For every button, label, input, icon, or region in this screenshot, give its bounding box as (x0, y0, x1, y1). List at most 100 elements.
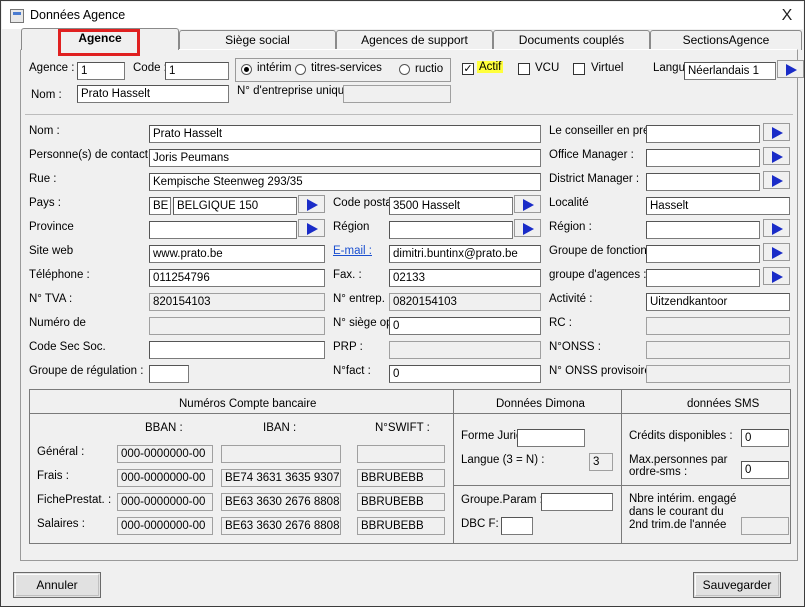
rc-input[interactable] (646, 317, 790, 335)
nom-input[interactable]: Prato Hasselt (149, 125, 541, 143)
close-button[interactable]: X (772, 5, 802, 27)
langue-arrow-button[interactable] (777, 60, 804, 78)
divider-bank-dimona (453, 390, 454, 543)
swift-header: N°SWIFT : (375, 422, 430, 434)
office-input[interactable] (646, 149, 760, 167)
onss-input[interactable] (646, 341, 790, 359)
numero-input[interactable] (149, 317, 325, 335)
tva-input[interactable]: 820154103 (149, 293, 325, 311)
codepostal-arrow-button[interactable] (514, 195, 541, 213)
siege-input[interactable]: 0 (389, 317, 541, 335)
conseiller-arrow-button[interactable] (763, 123, 790, 141)
dimona-title: Données Dimona (496, 398, 585, 410)
iban-input[interactable]: BE74 3631 3635 9307 (221, 469, 341, 487)
actif-checkbox[interactable]: ✓ (462, 63, 474, 75)
bban-input[interactable]: 000-0000000-00 (117, 493, 213, 511)
langue-dimona-label: Langue (3 = N) : (461, 454, 545, 466)
email-link[interactable]: E-mail : (333, 245, 372, 257)
tab-sections-agence[interactable]: SectionsAgence (650, 30, 802, 50)
nbre-interim-label-2: dans le courant du (629, 506, 724, 518)
site-input[interactable]: www.prato.be (149, 245, 325, 263)
app-icon (10, 9, 24, 23)
rue-input[interactable]: Kempische Steenweg 293/35 (149, 173, 541, 191)
groupe-fonctions-input[interactable] (646, 245, 760, 263)
tab-siege-social[interactable]: Siège social (179, 30, 336, 50)
codepostal-input[interactable]: 3500 Hasselt (389, 197, 513, 215)
swift-input[interactable] (357, 445, 445, 463)
langue-input[interactable]: Néerlandais 1 (684, 62, 776, 80)
onss-prov-input[interactable] (646, 365, 790, 383)
pays-input[interactable]: BELGIQUE 150 (173, 197, 297, 215)
site-label: Site web (29, 245, 74, 257)
nfact-input[interactable]: 0 (389, 365, 541, 383)
cancel-button[interactable]: Annuler (13, 572, 101, 598)
save-button[interactable]: Sauvegarder (693, 572, 781, 598)
top-nom-input[interactable]: Prato Hasselt (77, 85, 229, 103)
dbc-input[interactable] (501, 517, 533, 535)
iban-input[interactable]: BE63 3630 2676 8808 (221, 493, 341, 511)
credits-label: Crédits disponibles : (629, 430, 733, 442)
region2-arrow-button[interactable] (763, 219, 790, 237)
email-input[interactable]: dimitri.buntinx@prato.be (389, 245, 541, 263)
virtuel-checkbox[interactable] (573, 63, 585, 75)
province-arrow-button[interactable] (298, 219, 325, 237)
iban-input[interactable] (221, 445, 341, 463)
conseiller-input[interactable] (646, 125, 760, 143)
region-input[interactable] (389, 221, 513, 239)
iban-input[interactable]: BE63 3630 2676 8808 (221, 517, 341, 535)
langue-label: Langu (653, 62, 685, 74)
pays-arrow-button[interactable] (298, 195, 325, 213)
localite-input[interactable]: Hasselt (646, 197, 790, 215)
agence-input[interactable]: 1 (77, 62, 125, 80)
groupe-agences-arrow-button[interactable] (763, 267, 790, 285)
prp-input[interactable] (389, 341, 541, 359)
nom-label: Nom : (29, 125, 60, 137)
entrep-input[interactable]: 0820154103 (389, 293, 541, 311)
separator (25, 114, 793, 115)
radio-ructio[interactable] (399, 64, 410, 75)
pays-code-input[interactable]: BE (149, 197, 171, 215)
groupe-agences-input[interactable] (646, 269, 760, 287)
groupe-param-input[interactable] (541, 493, 613, 511)
langue-dimona-input[interactable]: 3 (589, 453, 613, 471)
credits-input[interactable]: 0 (741, 429, 789, 447)
groupe-fonctions-arrow-button[interactable] (763, 243, 790, 261)
entreprise-unique-input[interactable] (343, 85, 451, 103)
swift-input[interactable]: BBRUBEBB (357, 517, 445, 535)
regulation-input[interactable] (149, 365, 189, 383)
numero-label: Numéro de (29, 317, 86, 329)
window-title: Données Agence (30, 8, 126, 22)
radio-titres-services[interactable] (295, 64, 306, 75)
forme-juridique-input[interactable] (517, 429, 585, 447)
district-arrow-button[interactable] (763, 171, 790, 189)
vcu-checkbox[interactable] (518, 63, 530, 75)
window: Données Agence X Siège social Agences de… (0, 0, 805, 607)
office-arrow-button[interactable] (763, 147, 790, 165)
bban-input[interactable]: 000-0000000-00 (117, 469, 213, 487)
tab-documents-couples[interactable]: Documents couplés (493, 30, 650, 50)
radio-interim[interactable] (241, 64, 252, 75)
district-input[interactable] (646, 173, 760, 191)
vcu-label: VCU (535, 62, 560, 74)
province-input[interactable] (149, 221, 297, 239)
swift-input[interactable]: BBRUBEBB (357, 493, 445, 511)
dbc-label: DBC F: (461, 518, 499, 530)
fax-input[interactable]: 02133 (389, 269, 541, 287)
activite-input[interactable]: Uitzendkantoor (646, 293, 790, 311)
groupe-agences-label: groupe d'agences : (549, 269, 647, 281)
max-personnes-input[interactable]: 0 (741, 461, 789, 479)
nbre-interim-label: Nbre intérim. engagé (629, 493, 737, 505)
swift-input[interactable]: BBRUBEBB (357, 469, 445, 487)
tab-agences-support[interactable]: Agences de support (336, 30, 493, 50)
radio-interim-label: intérim (257, 62, 292, 74)
region-arrow-button[interactable] (514, 219, 541, 237)
bban-input[interactable]: 000-0000000-00 (117, 445, 213, 463)
region2-input[interactable] (646, 221, 760, 239)
bban-input[interactable]: 000-0000000-00 (117, 517, 213, 535)
contact-input[interactable]: Joris Peumans (149, 149, 541, 167)
region-label: Région (333, 221, 370, 233)
code-input[interactable]: 1 (165, 62, 229, 80)
codesec-input[interactable] (149, 341, 325, 359)
nbre-interim-input[interactable] (741, 517, 789, 535)
tel-input[interactable]: 011254796 (149, 269, 325, 287)
